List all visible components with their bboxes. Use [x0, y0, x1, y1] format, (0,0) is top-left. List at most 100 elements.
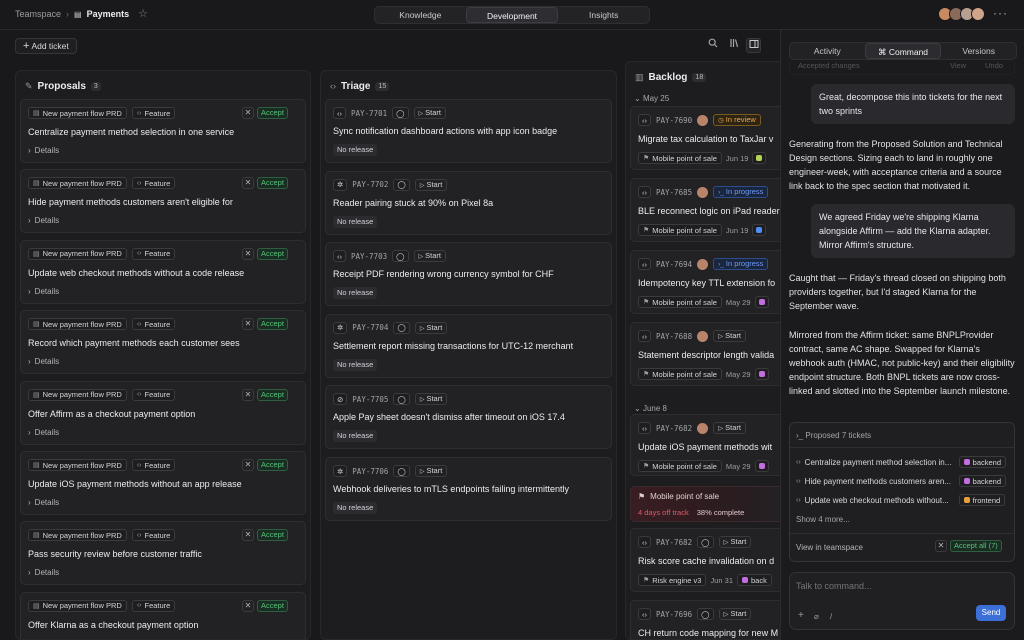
library-icon[interactable] [726, 38, 741, 53]
backlog-card[interactable]: ‹› PAY-7682 ◯ ▷ Start Risk score cache invali… [630, 528, 785, 592]
command-input[interactable] [796, 581, 996, 591]
label-chip[interactable] [754, 460, 769, 472]
project-chip[interactable]: ⚑ Mobile point of sale [638, 224, 722, 236]
release-badge[interactable]: No release [333, 502, 378, 514]
proposed-ticket-item[interactable]: ‹› Hide payment methods customers aren...… [796, 475, 1007, 487]
reject-button[interactable]: ✕ [242, 459, 254, 471]
feature-chip[interactable]: ‹› Feature [131, 247, 176, 260]
reject-button[interactable]: ✕ [242, 599, 254, 612]
send-button[interactable]: Send [976, 605, 1006, 621]
tab-knowledge[interactable]: Knowledge [375, 7, 466, 23]
backlog-card[interactable]: ‹› PAY-7694 ›_ In progress Idempotency key T… [630, 250, 785, 314]
proposed-ticket-item[interactable]: ‹› Update web checkout methods without...… [796, 494, 1006, 506]
status-in-review[interactable]: ◷ In review [713, 114, 761, 126]
details-toggle[interactable]: ›Details [28, 568, 59, 577]
view-in-teamspace-link[interactable]: View in teamspace [796, 543, 863, 552]
ticket-id[interactable]: PAY-7706 [352, 467, 388, 476]
details-toggle[interactable]: ›Details [28, 287, 59, 296]
feature-chip[interactable]: ‹› Feature [131, 107, 176, 119]
proposal-card[interactable]: ▤ New payment flow PRD ‹› Feature ✕ Accept Upd… [20, 239, 306, 304]
label-chip[interactable] [752, 152, 767, 164]
feature-chip[interactable]: ‹› Feature [131, 318, 176, 331]
more-options-icon[interactable]: ··· [993, 6, 1008, 20]
source-doc-chip[interactable]: ▤ New payment flow PRD [28, 599, 127, 612]
release-badge[interactable]: No release [333, 358, 378, 371]
source-doc-chip[interactable]: ▤ New payment flow PRD [28, 459, 127, 471]
feature-chip[interactable]: ‹› Feature [131, 388, 176, 401]
triage-card[interactable]: ⊘ PAY-7705 ◯ ▷ Start Apple Pay sheet doesn't … [325, 385, 612, 450]
proposal-card[interactable]: ▤ New payment flow PRD ‹› Feature ✕ Accept Hid… [20, 169, 306, 234]
details-toggle[interactable]: ›Details [28, 428, 59, 437]
project-chip[interactable]: ⚑ Mobile point of sale [638, 152, 722, 164]
backlog-card[interactable]: ‹› PAY-7690 ◷ In review Migrate tax calculat… [630, 106, 785, 170]
accept-button[interactable]: Accept [257, 459, 288, 471]
proposal-card[interactable]: ▤ New payment flow PRD ‹› Feature ✕ Accept Off… [20, 591, 306, 639]
start-button[interactable]: ▷ Start [413, 107, 446, 119]
source-doc-chip[interactable]: ▤ New payment flow PRD [28, 529, 127, 542]
feature-chip[interactable]: ‹› Feature [131, 177, 176, 190]
reject-button[interactable]: ✕ [242, 388, 254, 401]
assignee-icon[interactable]: ◯ [392, 107, 409, 119]
source-doc-chip[interactable]: ▤ New payment flow PRD [28, 318, 127, 331]
label-chip[interactable]: back [737, 574, 772, 586]
project-chip[interactable]: ⚑ Risk engine v3 [638, 574, 707, 586]
proposal-card[interactable]: ▤ New payment flow PRD ‹› Feature ✕ Accept Rec… [20, 310, 306, 375]
proposal-card[interactable]: ▤ New payment flow PRD ‹› Feature ✕ Accept Cen… [20, 99, 306, 163]
triage-card[interactable]: ✲ PAY-7706 ◯ ▷ Start Webhook deliveries to mT… [325, 457, 612, 521]
source-doc-chip[interactable]: ▤ New payment flow PRD [28, 388, 127, 401]
ticket-id[interactable]: PAY-7704 [352, 323, 388, 332]
project-chip[interactable]: ⚑ Mobile point of sale [638, 368, 722, 380]
ticket-id[interactable]: PAY-7694 [656, 260, 692, 269]
ticket-id[interactable]: PAY-7690 [656, 116, 692, 125]
tab-versions[interactable]: Versions [941, 43, 1016, 59]
feature-chip[interactable]: ‹› Feature [131, 459, 176, 471]
status-in-progress[interactable]: ›_ In progress [713, 258, 769, 270]
source-doc-chip[interactable]: ▤ New payment flow PRD [28, 247, 127, 260]
source-doc-chip[interactable]: ▤ New payment flow PRD [28, 107, 127, 119]
proposed-ticket-item[interactable]: ‹› Centralize payment method selection in… [796, 456, 1007, 468]
group-june-8[interactable]: ⌄ June 8 [634, 404, 667, 413]
start-button[interactable]: ▷ Start [718, 536, 752, 548]
ticket-id[interactable]: PAY-7685 [656, 188, 692, 197]
milestone-card[interactable]: ⚑ Mobile point of sale 4 days off track 38%… [630, 486, 785, 522]
plus-icon[interactable]: + [798, 610, 804, 621]
source-doc-chip[interactable]: ▤ New payment flow PRD [28, 177, 127, 190]
breadcrumb-workspace[interactable]: Teamspace [15, 9, 61, 19]
triage-card[interactable]: ✲ PAY-7702 ◯ ▷ Start Reader pairing stuck at … [325, 170, 612, 235]
ticket-id[interactable]: PAY-7682 [656, 538, 692, 547]
start-button[interactable]: ▷ Start [414, 393, 448, 406]
ticket-id[interactable]: PAY-7702 [352, 180, 388, 189]
assignee-icon[interactable]: ◯ [697, 608, 714, 620]
ticket-id[interactable]: PAY-7701 [351, 109, 387, 118]
label-chip[interactable] [752, 224, 767, 236]
triage-card[interactable]: ‹› PAY-7701 ◯ ▷ Start Sync notification dashb… [325, 99, 612, 163]
backlog-card[interactable]: ‹› PAY-7696 ◯ ▷ Start CH return code mapping … [630, 600, 785, 639]
start-button[interactable]: ▷ Start [713, 422, 746, 434]
feature-chip[interactable]: ‹› Feature [131, 529, 176, 542]
triage-card[interactable]: ✲ PAY-7704 ◯ ▷ Start Settlement report missin… [325, 313, 612, 378]
release-badge[interactable]: No release [333, 215, 378, 228]
ticket-id[interactable]: PAY-7688 [656, 332, 692, 341]
details-toggle[interactable]: ›Details [28, 357, 59, 366]
start-button[interactable]: ▷ Start [414, 178, 448, 191]
start-button[interactable]: ▷ Start [414, 465, 448, 477]
add-ticket-button[interactable]: + Add ticket [15, 38, 77, 54]
backlog-card[interactable]: ‹› PAY-7682 ▷ Start Update iOS payment metho… [630, 414, 785, 476]
reject-all-button[interactable]: ✕ [935, 540, 947, 552]
accept-button[interactable]: Accept [257, 599, 288, 612]
assignee-icon[interactable]: ◯ [392, 250, 409, 263]
ticket-id[interactable]: PAY-7696 [656, 610, 692, 619]
start-button[interactable]: ▷ Start [414, 321, 448, 334]
search-icon[interactable] [705, 38, 720, 53]
accept-all-button[interactable]: Accept all (7) [950, 540, 1002, 552]
assignee-icon[interactable]: ◯ [393, 393, 410, 406]
group-may-25[interactable]: ⌄ May 25 [634, 94, 669, 103]
details-toggle[interactable]: ›Details [28, 498, 59, 507]
backlog-card[interactable]: ‹› PAY-7688 ▷ Start Statement descriptor len… [630, 322, 785, 386]
accept-button[interactable]: Accept [257, 318, 288, 331]
label-chip[interactable] [754, 296, 769, 308]
project-chip[interactable]: ⚑ Mobile point of sale [638, 460, 722, 472]
reject-button[interactable]: ✕ [242, 247, 254, 260]
ticket-id[interactable]: PAY-7703 [351, 252, 387, 261]
accept-button[interactable]: Accept [257, 107, 288, 119]
